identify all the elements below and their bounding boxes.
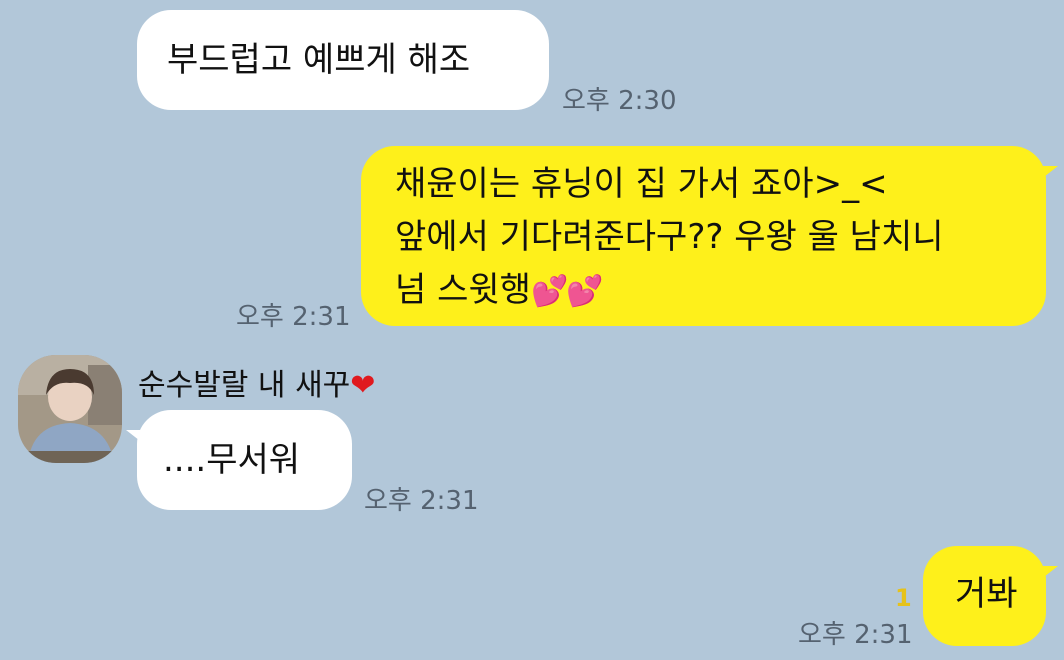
red-heart-icon: ❤ [350, 368, 376, 403]
message-bubble-outgoing[interactable]: 채윤이는 휴닝이 집 가서 죠아>_< 앞에서 기다려준다구?? 우왕 울 남치… [361, 146, 1058, 326]
message-line: 채윤이는 휴닝이 집 가서 죠아>_< [395, 164, 888, 204]
message-timestamp: 오후 2:31 [236, 302, 351, 332]
two-hearts-emoji-icon: 💕💕 [530, 274, 604, 309]
message-bubble-incoming[interactable]: 부드럽고 예쁘게 해조 [137, 10, 549, 110]
message-text: 부드럽고 예쁘게 해조 [167, 40, 471, 80]
unread-count: 1 [895, 584, 912, 612]
profile-photo-icon [18, 355, 122, 463]
avatar[interactable] [18, 355, 122, 463]
chat-screen: { "messages": [ { "text": "부드럽고 예쁘게 해조",… [0, 0, 1064, 660]
message-bubble-incoming[interactable]: ....무서워 [126, 410, 352, 510]
message-timestamp: 오후 2:30 [562, 86, 677, 116]
message-text: 거봐 [955, 574, 1018, 614]
message-text: ....무서워 [163, 440, 301, 480]
message-line-text: 넘 스윗행 [395, 270, 531, 310]
message-timestamp: 오후 2:31 [798, 620, 913, 650]
message-timestamp: 오후 2:31 [364, 486, 479, 516]
message-line: 넘 스윗행💕💕 [395, 264, 1046, 318]
message-bubble-outgoing[interactable]: 거봐 [923, 546, 1058, 646]
message-line: 앞에서 기다려준다구?? 우왕 울 남치니 [395, 217, 944, 257]
sender-name-text: 순수발랄 내 새꾸 [138, 368, 351, 403]
sender-name: 순수발랄 내 새꾸❤ [138, 360, 375, 404]
